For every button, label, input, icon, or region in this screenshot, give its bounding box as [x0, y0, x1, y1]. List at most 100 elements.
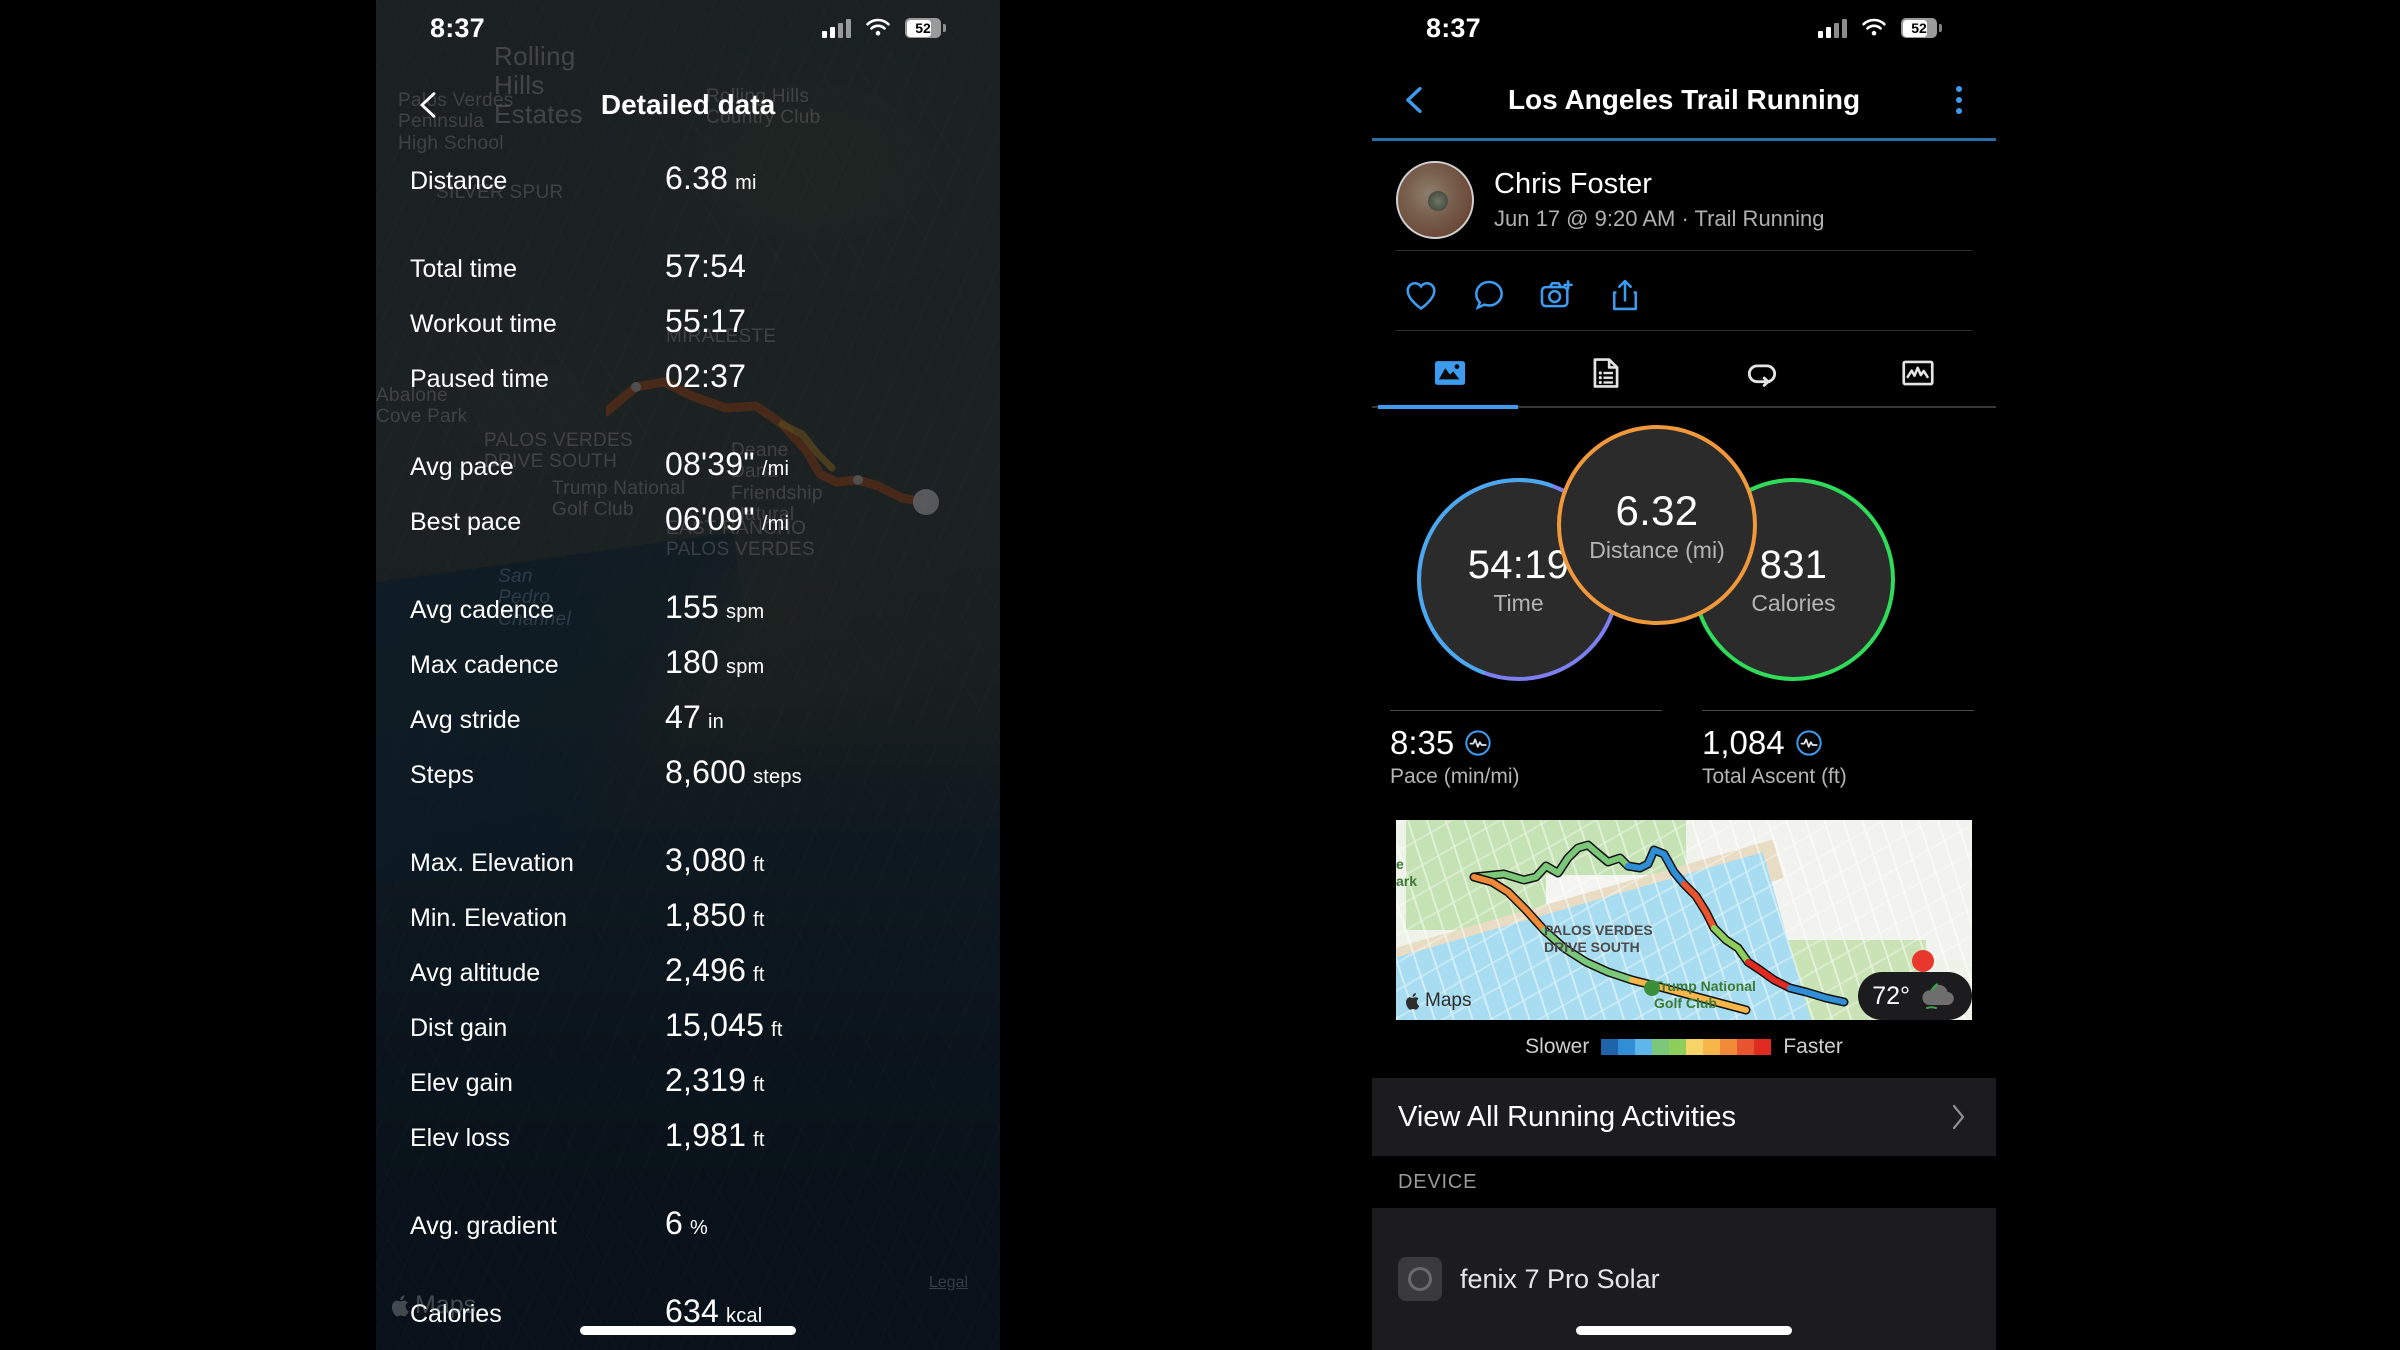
page-title-right: Los Angeles Trail Running [1507, 84, 1861, 115]
camera-plus-icon[interactable] [1538, 276, 1576, 314]
detail-row: Min. Elevation 1,850 ft [376, 897, 1000, 952]
activity-author-row[interactable]: Chris Foster Jun 17 @ 9:20 AM · Trail Ru… [1372, 152, 1996, 248]
apple-maps-attribution-left: Maps [392, 1291, 476, 1320]
cellular-signal-icon [822, 18, 851, 38]
apple-maps-attribution-right: Maps [1406, 990, 1471, 1012]
heart-icon[interactable] [1402, 276, 1440, 314]
detail-row-label: Avg cadence [410, 596, 555, 624]
comment-icon[interactable] [1470, 276, 1508, 314]
sub-stat-pace[interactable]: 8:35 Pace (min/mi) [1372, 710, 1684, 800]
status-time-right: 8:37 [1426, 12, 1481, 43]
status-bar-right: 8:37 52 [1372, 0, 1996, 56]
cellular-signal-icon [1818, 18, 1847, 38]
sub-stat-pace-label: Pace (min/mi) [1390, 765, 1520, 788]
detail-row-label: Workout time [410, 310, 557, 338]
detail-row-number: 8,600 [665, 754, 747, 790]
chevron-left-icon[interactable] [1398, 83, 1432, 117]
avatar[interactable] [1396, 161, 1474, 239]
map-end-marker-icon [1912, 950, 1934, 972]
detail-row-unit: spm [726, 601, 765, 623]
detail-row-unit: in [708, 711, 724, 733]
detail-row-label: Avg. gradient [410, 1212, 557, 1240]
tab-summary[interactable] [1372, 340, 1528, 406]
legend-slower-label: Slower [1525, 1035, 1590, 1058]
legal-link-left[interactable]: Legal [929, 1274, 968, 1292]
home-indicator-left[interactable] [580, 1326, 796, 1335]
detail-row-value: 08'39" /mi [665, 446, 789, 483]
summary-circle-distance[interactable]: 6.32 Distance (mi) [1557, 425, 1757, 625]
detail-row-label: Elev loss [410, 1124, 511, 1152]
legend-color-swatch [1686, 1039, 1704, 1055]
detail-row-label: Min. Elevation [410, 904, 568, 932]
temperature-label: 72° [1872, 981, 1910, 1010]
laps-loop-icon [1747, 364, 1777, 387]
legend-color-bar [1601, 1039, 1772, 1055]
summary-circle-distance-label: Distance (mi) [1589, 536, 1725, 563]
sub-stats-row: 8:35 Pace (min/mi) 1,084 Total Ascent (f… [1372, 710, 1996, 800]
apple-maps-label-right: Maps [1425, 990, 1472, 1011]
right-phone-activity-screen: 8:37 52 Los Angeles Trail Running Chris … [1372, 0, 1996, 1350]
chevron-left-icon[interactable] [412, 88, 446, 122]
detail-row-unit: kcal [726, 1305, 763, 1327]
detail-row-value: 02:37 [665, 358, 753, 395]
tab-laps[interactable] [1684, 340, 1840, 406]
activity-summary-icon [1434, 361, 1466, 385]
detail-row-value: 180 spm [665, 644, 764, 681]
detail-row: Dist gain 15,045 ft [376, 1007, 1000, 1062]
detail-row: Max. Elevation 3,080 ft [376, 842, 1000, 897]
device-section-header-label: DEVICE [1398, 1170, 1478, 1193]
legend-color-swatch [1601, 1039, 1619, 1055]
detail-row: Avg altitude 2,496 ft [376, 952, 1000, 1007]
legend-color-swatch [1720, 1039, 1738, 1055]
detail-row-unit: ft [753, 854, 765, 876]
detail-row-value: 155 spm [665, 589, 764, 626]
map-place-label: Trump National Golf Club [1654, 978, 1756, 1011]
detail-row-unit: steps [753, 766, 802, 788]
detail-row-label: Avg altitude [410, 959, 541, 987]
share-icon[interactable] [1606, 276, 1644, 314]
summary-circle-time-label: Time [1493, 589, 1544, 616]
detail-row: Avg cadence 155 spm [376, 589, 1000, 644]
tab-details[interactable] [1528, 340, 1684, 406]
weather-badge[interactable]: 72° [1858, 972, 1972, 1020]
action-bar [1372, 262, 1996, 328]
detail-row-unit: ft [771, 1019, 783, 1041]
map-place-label: PALOS VERDES DRIVE SOUTH [1544, 922, 1653, 955]
detail-row-number: 634 [665, 1293, 719, 1329]
detail-row-value: 55:17 [665, 303, 753, 340]
detail-row-number: 08'39" [665, 446, 755, 482]
legend-color-swatch [1652, 1039, 1670, 1055]
detail-row-value: 2,496 ft [665, 952, 765, 989]
detail-row-number: 6 [665, 1205, 683, 1241]
kebab-menu-icon[interactable] [1956, 86, 1962, 114]
screenshot-root: Rolling Hills Estates Palos Verdes Penins… [0, 0, 2400, 1350]
activity-map[interactable]: PALOS VERDES DRIVE SOUTH Trump National G… [1396, 820, 1972, 1020]
battery-icon: 52 [905, 18, 946, 38]
tab-charts[interactable] [1840, 340, 1996, 406]
summary-circle-calories-value: 831 [1759, 542, 1828, 587]
detail-row-number: 1,981 [665, 1117, 747, 1153]
detail-row-unit: spm [726, 656, 765, 678]
sub-stat-ascent-value: 1,084 [1702, 724, 1785, 761]
summary-circles: 54:19 Time 831 Calories 6.32 Distance (m… [1372, 425, 1996, 681]
status-bar-left: 8:37 52 [376, 0, 1000, 56]
pulse-circle-icon [1795, 730, 1822, 756]
divider-above-actions [1396, 250, 1972, 251]
legend-color-swatch [1754, 1039, 1772, 1055]
view-all-running-activities-row[interactable]: View All Running Activities [1372, 1078, 1996, 1156]
detail-row-value: 3,080 ft [665, 842, 765, 879]
detail-row-number: 3,080 [665, 842, 747, 878]
detail-row: Elev gain 2,319 ft [376, 1062, 1000, 1117]
status-icons-left: 52 [822, 17, 946, 39]
nav-bar-left: Detailed data [376, 70, 1000, 140]
detail-row-number: 6.38 [665, 160, 729, 196]
summary-circle-time-value: 54:19 [1467, 542, 1570, 587]
battery-percent-left: 52 [915, 20, 931, 36]
home-indicator-right[interactable] [1576, 1326, 1792, 1335]
detail-row-label: Steps [410, 761, 474, 789]
tab-active-indicator [1378, 405, 1518, 409]
sub-stat-ascent[interactable]: 1,084 Total Ascent (ft) [1684, 710, 1996, 800]
detail-row-value: 6.38 mi [665, 160, 757, 197]
detail-row-label: Avg pace [410, 453, 514, 481]
chart-graph-icon [1902, 360, 1934, 386]
